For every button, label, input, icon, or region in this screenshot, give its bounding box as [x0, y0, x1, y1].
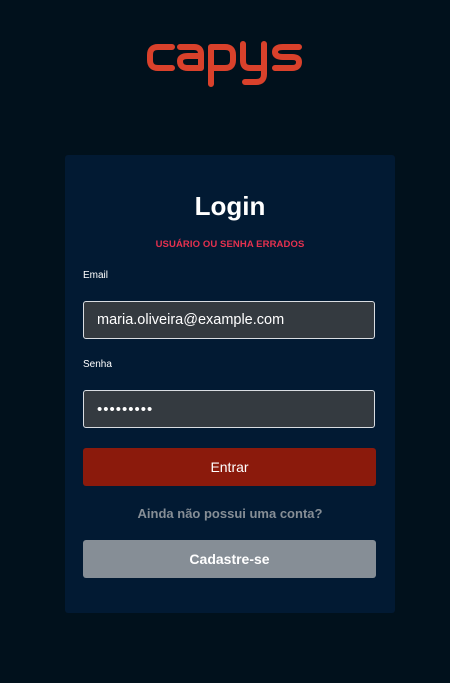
error-message: USUÁRIO OU SENHA ERRADOS [155, 239, 305, 250]
no-account-text: Ainda não possui uma conta? [137, 506, 323, 521]
login-button[interactable]: Entrar [83, 448, 376, 486]
password-value: ••••••••• [97, 400, 154, 418]
email-label: Email [83, 270, 109, 281]
email-value: maria.oliveira@example.com [97, 312, 285, 328]
email-field[interactable]: maria.oliveira@example.com [83, 301, 375, 339]
login-page: Login USUÁRIO OU SENHA ERRADOS Email mar… [0, 0, 450, 683]
page-title: Login [194, 191, 266, 221]
password-field[interactable]: ••••••••• [83, 390, 375, 428]
capys-logo [0, 34, 450, 88]
logo-mark [147, 41, 302, 87]
password-label: Senha [83, 359, 112, 370]
signup-button[interactable]: Cadastre-se [83, 540, 376, 578]
